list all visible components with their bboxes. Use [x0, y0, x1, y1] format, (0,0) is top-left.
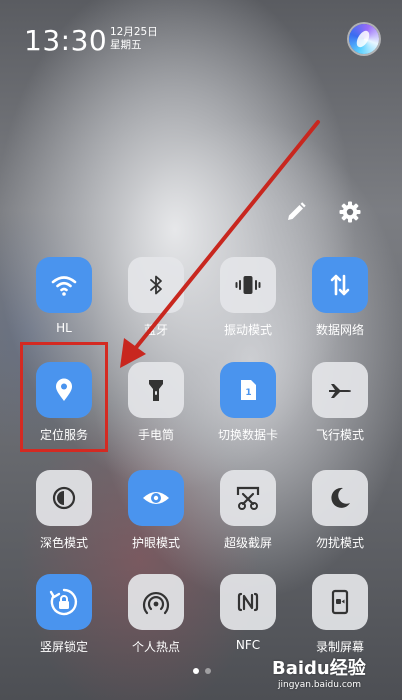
watermark-url: jingyan.baidu.com	[278, 680, 362, 690]
annotation-arrow	[120, 120, 320, 368]
watermark-brand: Baidu经验	[272, 658, 366, 679]
page-dot	[205, 668, 211, 674]
page-dot-active	[193, 668, 199, 674]
watermark: Baidu经验 jingyan.baidu.com	[272, 654, 398, 698]
